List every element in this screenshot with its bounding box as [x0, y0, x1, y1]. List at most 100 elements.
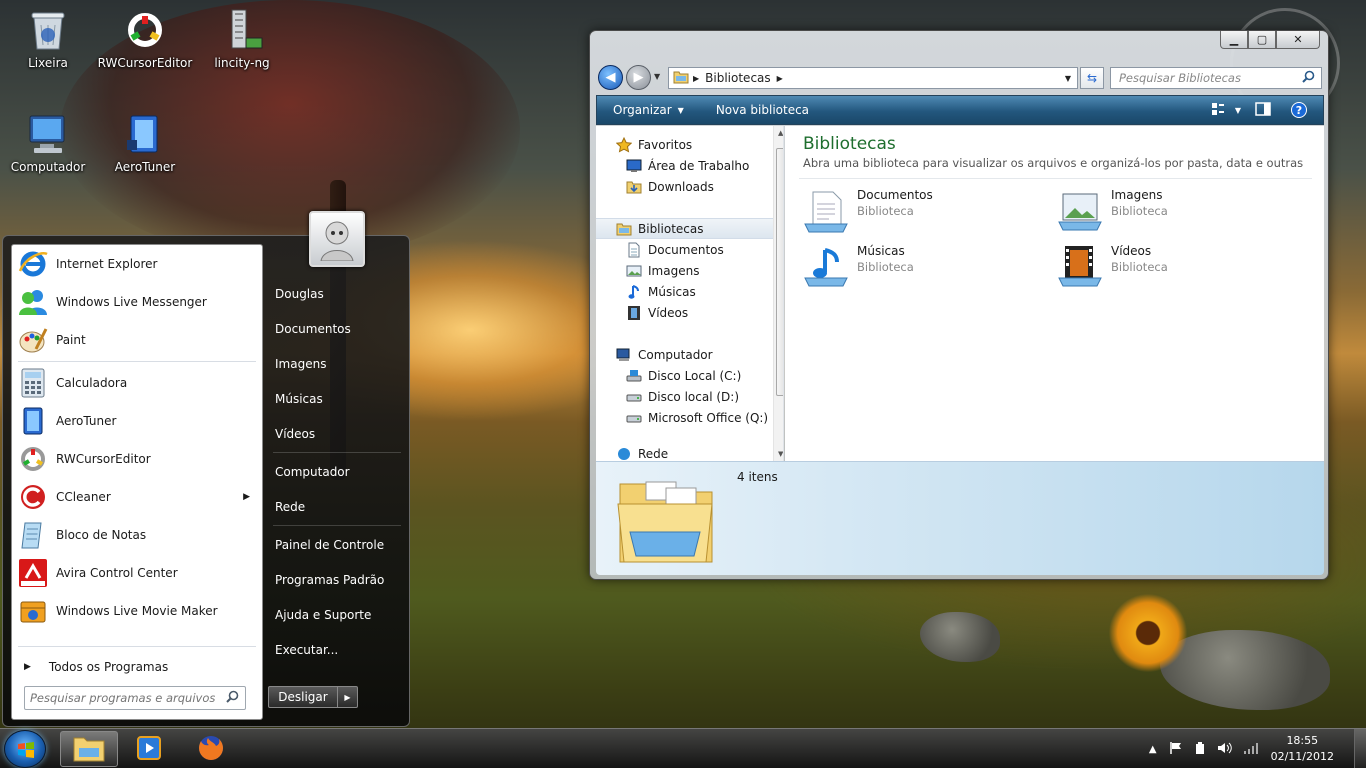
chevron-down-icon: ▼ [677, 105, 684, 115]
organize-button[interactable]: Organizar ▼ [597, 96, 700, 124]
nav-desktop[interactable]: Área de Trabalho [596, 155, 783, 176]
start-item-default-programs[interactable]: Programas Padrão [267, 562, 407, 597]
start-item-music[interactable]: Músicas [267, 381, 407, 416]
minimize-button[interactable]: ▁ [1220, 31, 1248, 49]
start-item-videos[interactable]: Vídeos [267, 416, 407, 451]
library-name: Vídeos [1111, 244, 1152, 258]
preview-pane-button[interactable] [1255, 101, 1271, 119]
help-button[interactable]: ? [1291, 102, 1307, 118]
start-item-network[interactable]: Rede [267, 489, 407, 524]
library-music[interactable]: Músicas Biblioteca [803, 244, 914, 290]
taskbar-explorer[interactable] [60, 731, 118, 767]
library-videos[interactable]: Vídeos Biblioteca [1057, 244, 1168, 290]
program-windows-live-movie-maker[interactable]: Windows Live Movie Maker [12, 592, 262, 630]
volume-icon[interactable] [1217, 741, 1233, 758]
forward-button[interactable]: ▶ [626, 65, 651, 90]
shutdown-options-button[interactable]: ▶ [338, 686, 358, 708]
wallpaper-rock [920, 612, 1000, 662]
start-item-pictures[interactable]: Imagens [267, 346, 407, 381]
show-hidden-icons-button[interactable]: ▲ [1149, 744, 1157, 755]
nav-documents[interactable]: Documentos [596, 239, 783, 260]
back-button[interactable]: ◀ [598, 65, 623, 90]
explorer-search-box[interactable]: Pesquisar Bibliotecas [1110, 67, 1322, 89]
program-avira-control-center[interactable]: Avira Control Center [12, 554, 262, 592]
nav-pictures[interactable]: Imagens [596, 260, 783, 281]
power-icon[interactable] [1193, 741, 1207, 758]
program-label: Bloco de Notas [56, 528, 147, 542]
nav-office[interactable]: Microsoft Office (Q:) [596, 407, 783, 428]
library-documents[interactable]: Documentos Biblioteca [803, 188, 933, 234]
start-item-run[interactable]: Executar... [267, 632, 407, 667]
content-divider [799, 178, 1312, 179]
start-item-control-panel[interactable]: Painel de Controle [267, 527, 407, 562]
nav-computer[interactable]: Computador [596, 344, 783, 365]
program-bloco-de-notas[interactable]: Bloco de Notas [12, 516, 262, 554]
start-item-computer[interactable]: Computador [267, 454, 407, 489]
view-options-button[interactable]: ▼ [1211, 102, 1241, 119]
breadcrumb-libraries[interactable]: Bibliotecas [705, 71, 770, 85]
scroll-up-arrow[interactable]: ▲ [778, 129, 783, 137]
taskbar-media-player[interactable] [120, 731, 178, 767]
start-item-documents[interactable]: Documentos [267, 311, 407, 346]
action-center-flag-icon[interactable] [1169, 741, 1183, 758]
shutdown-button[interactable]: Desligar [268, 686, 338, 708]
scroll-thumb[interactable] [776, 148, 783, 396]
desktop-icon-lixeira[interactable]: Lixeira [0, 8, 96, 70]
show-desktop-button[interactable] [1354, 729, 1366, 768]
breadcrumb-separator-icon[interactable]: ▶ [777, 74, 783, 83]
downloads-folder-icon [626, 179, 642, 195]
program-rwcursoreditor[interactable]: RWCursorEditor [12, 440, 262, 478]
arrow-right-icon: ▶ [633, 70, 644, 85]
recent-pages-dropdown[interactable]: ▼ [654, 72, 660, 81]
nav-scrollbar[interactable]: ▲ ▼ [773, 126, 783, 461]
internet-explorer-icon [16, 247, 50, 281]
program-ccleaner[interactable]: CCleaner ▶ [12, 478, 262, 516]
scroll-down-arrow[interactable]: ▼ [778, 450, 783, 458]
nav-videos[interactable]: Vídeos [596, 302, 783, 323]
program-label: RWCursorEditor [56, 452, 151, 466]
nav-network[interactable]: Rede [596, 443, 783, 461]
start-button[interactable] [4, 730, 46, 768]
desktop-icon-lincity[interactable]: lincity-ng [194, 8, 290, 70]
desktop-icon-label: Computador [10, 160, 86, 174]
nav-disk-c[interactable]: Disco Local (C:) [596, 365, 783, 386]
nav-downloads[interactable]: Downloads [596, 176, 783, 197]
maximize-button[interactable]: ▢ [1248, 31, 1276, 49]
program-aerotuner[interactable]: AeroTuner [12, 402, 262, 440]
nav-favorites[interactable]: Favoritos [596, 134, 783, 155]
computer-icon [616, 347, 632, 363]
start-search-box[interactable] [24, 686, 246, 710]
all-programs-button[interactable]: ▶ Todos os Programas [16, 650, 256, 684]
network-status-icon[interactable] [1243, 741, 1259, 758]
desktop-icon-label: RWCursorEditor [97, 56, 193, 70]
start-item-help[interactable]: Ajuda e Suporte [267, 597, 407, 632]
desktop-icon-rwcursoreditor[interactable]: RWCursorEditor [97, 8, 193, 70]
address-bar[interactable]: ▶ Bibliotecas ▶ ▼ ⇆ [668, 67, 1104, 89]
library-pictures[interactable]: Imagens Biblioteca [1057, 188, 1168, 234]
libraries-folder-icon [673, 70, 689, 87]
library-type: Biblioteca [857, 204, 914, 218]
new-library-button[interactable]: Nova biblioteca [700, 96, 825, 124]
desktop-icon-computador[interactable]: Computador [0, 112, 96, 174]
search-icon[interactable] [226, 690, 239, 706]
program-calculadora[interactable]: Calculadora [12, 364, 262, 402]
taskbar-firefox[interactable] [182, 731, 240, 767]
user-avatar[interactable] [309, 211, 365, 267]
close-button[interactable]: ✕ [1276, 31, 1320, 49]
program-paint[interactable]: Paint [12, 321, 262, 359]
desktop-icon-aerotuner[interactable]: AeroTuner [97, 112, 193, 174]
program-windows-live-messenger[interactable]: Windows Live Messenger [12, 283, 262, 321]
address-dropdown-icon[interactable]: ▼ [1065, 74, 1071, 83]
search-icon[interactable] [1302, 70, 1315, 86]
program-label: Windows Live Movie Maker [56, 604, 218, 618]
program-list: Internet Explorer Windows Live Messenger… [11, 244, 263, 720]
taskbar-clock[interactable]: 18:55 02/11/2012 [1271, 733, 1334, 765]
refresh-button[interactable]: ⇆ [1080, 67, 1104, 89]
program-internet-explorer[interactable]: Internet Explorer [12, 245, 262, 283]
nav-disk-d[interactable]: Disco local (D:) [596, 386, 783, 407]
nav-music[interactable]: Músicas [596, 281, 783, 302]
start-item-user[interactable]: Douglas [267, 276, 407, 311]
videos-icon [626, 305, 642, 321]
start-search-input[interactable] [25, 691, 215, 705]
nav-libraries[interactable]: Bibliotecas [596, 218, 783, 239]
